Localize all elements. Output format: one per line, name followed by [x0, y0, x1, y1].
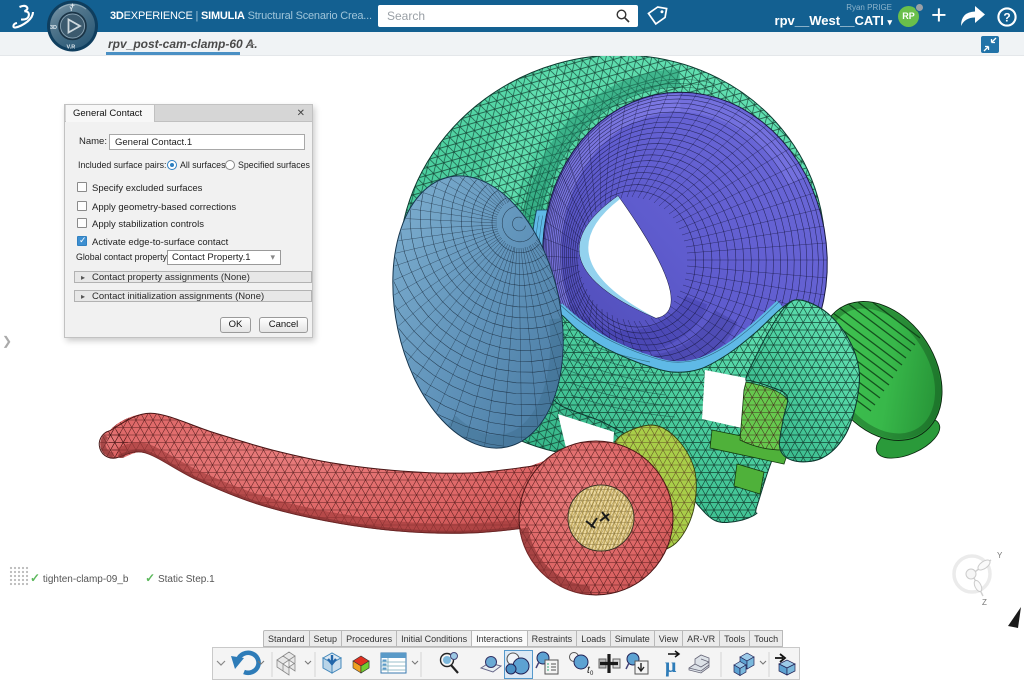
svg-text:Z: Z	[982, 598, 987, 607]
svg-text:3D: 3D	[50, 25, 57, 31]
svg-text:Y: Y	[69, 7, 73, 13]
svg-text:V.R: V.R	[67, 45, 76, 51]
svg-text:μ: μ	[665, 655, 677, 677]
svg-text:0: 0	[590, 671, 594, 677]
svg-text:Y: Y	[997, 551, 1003, 560]
svg-text:?: ?	[1003, 10, 1010, 24]
